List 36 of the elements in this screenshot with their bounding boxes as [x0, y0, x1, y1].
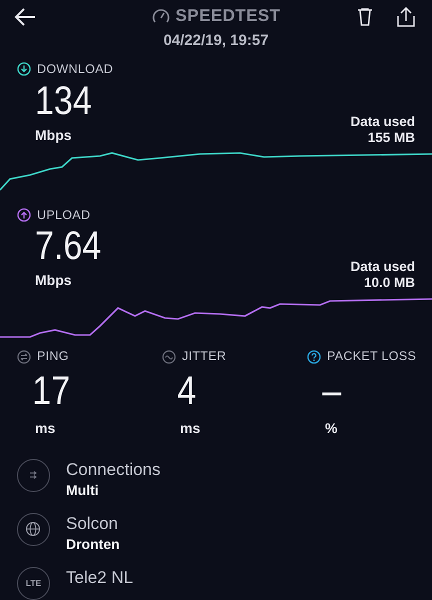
metric-label: JITTER — [182, 348, 226, 366]
speed-unit: Mbps — [35, 271, 73, 290]
section-label: UPLOAD — [37, 206, 90, 224]
network-type-badge: LTE — [17, 567, 50, 600]
arrows-icon — [17, 459, 50, 492]
speed-unit: Mbps — [35, 126, 73, 145]
data-used-value: 155 MB — [368, 130, 415, 146]
metric-unit: % — [324, 419, 338, 438]
detail-value: Multi — [66, 481, 100, 499]
wave-icon — [162, 350, 176, 364]
share-icon[interactable] — [397, 7, 415, 27]
test-date: 04/22/19, 19:57 — [162, 30, 270, 51]
detail-title: Connections — [66, 459, 161, 481]
metric-label: PACKET LOSS — [327, 348, 416, 366]
section-label: DOWNLOAD — [37, 60, 114, 78]
data-used-value: 10.0 MB — [364, 275, 415, 292]
ping-icon — [17, 350, 31, 364]
metric-value: 4 — [176, 368, 198, 414]
back-arrow-icon[interactable] — [14, 8, 36, 26]
data-used-label: Data used — [350, 114, 415, 130]
metric-value: 17 — [31, 368, 72, 414]
data-used-label: Data used — [350, 259, 415, 276]
detail-title: Solcon — [66, 513, 119, 535]
gauge-icon — [152, 8, 170, 24]
help-icon[interactable] — [307, 350, 321, 364]
metric-unit: ms — [34, 419, 56, 438]
detail-title: Tele2 NL — [66, 567, 134, 589]
speed-value: 7.64 — [35, 224, 102, 268]
detail-value: Dronten — [66, 535, 120, 553]
trash-icon[interactable] — [357, 8, 373, 26]
app-title: SPEEDTEST — [176, 5, 280, 28]
globe-icon — [17, 513, 50, 546]
metric-label: PING — [37, 348, 69, 366]
metric-unit: ms — [179, 419, 202, 438]
metric-value: – — [321, 368, 342, 414]
speed-value: 134 — [35, 78, 92, 122]
